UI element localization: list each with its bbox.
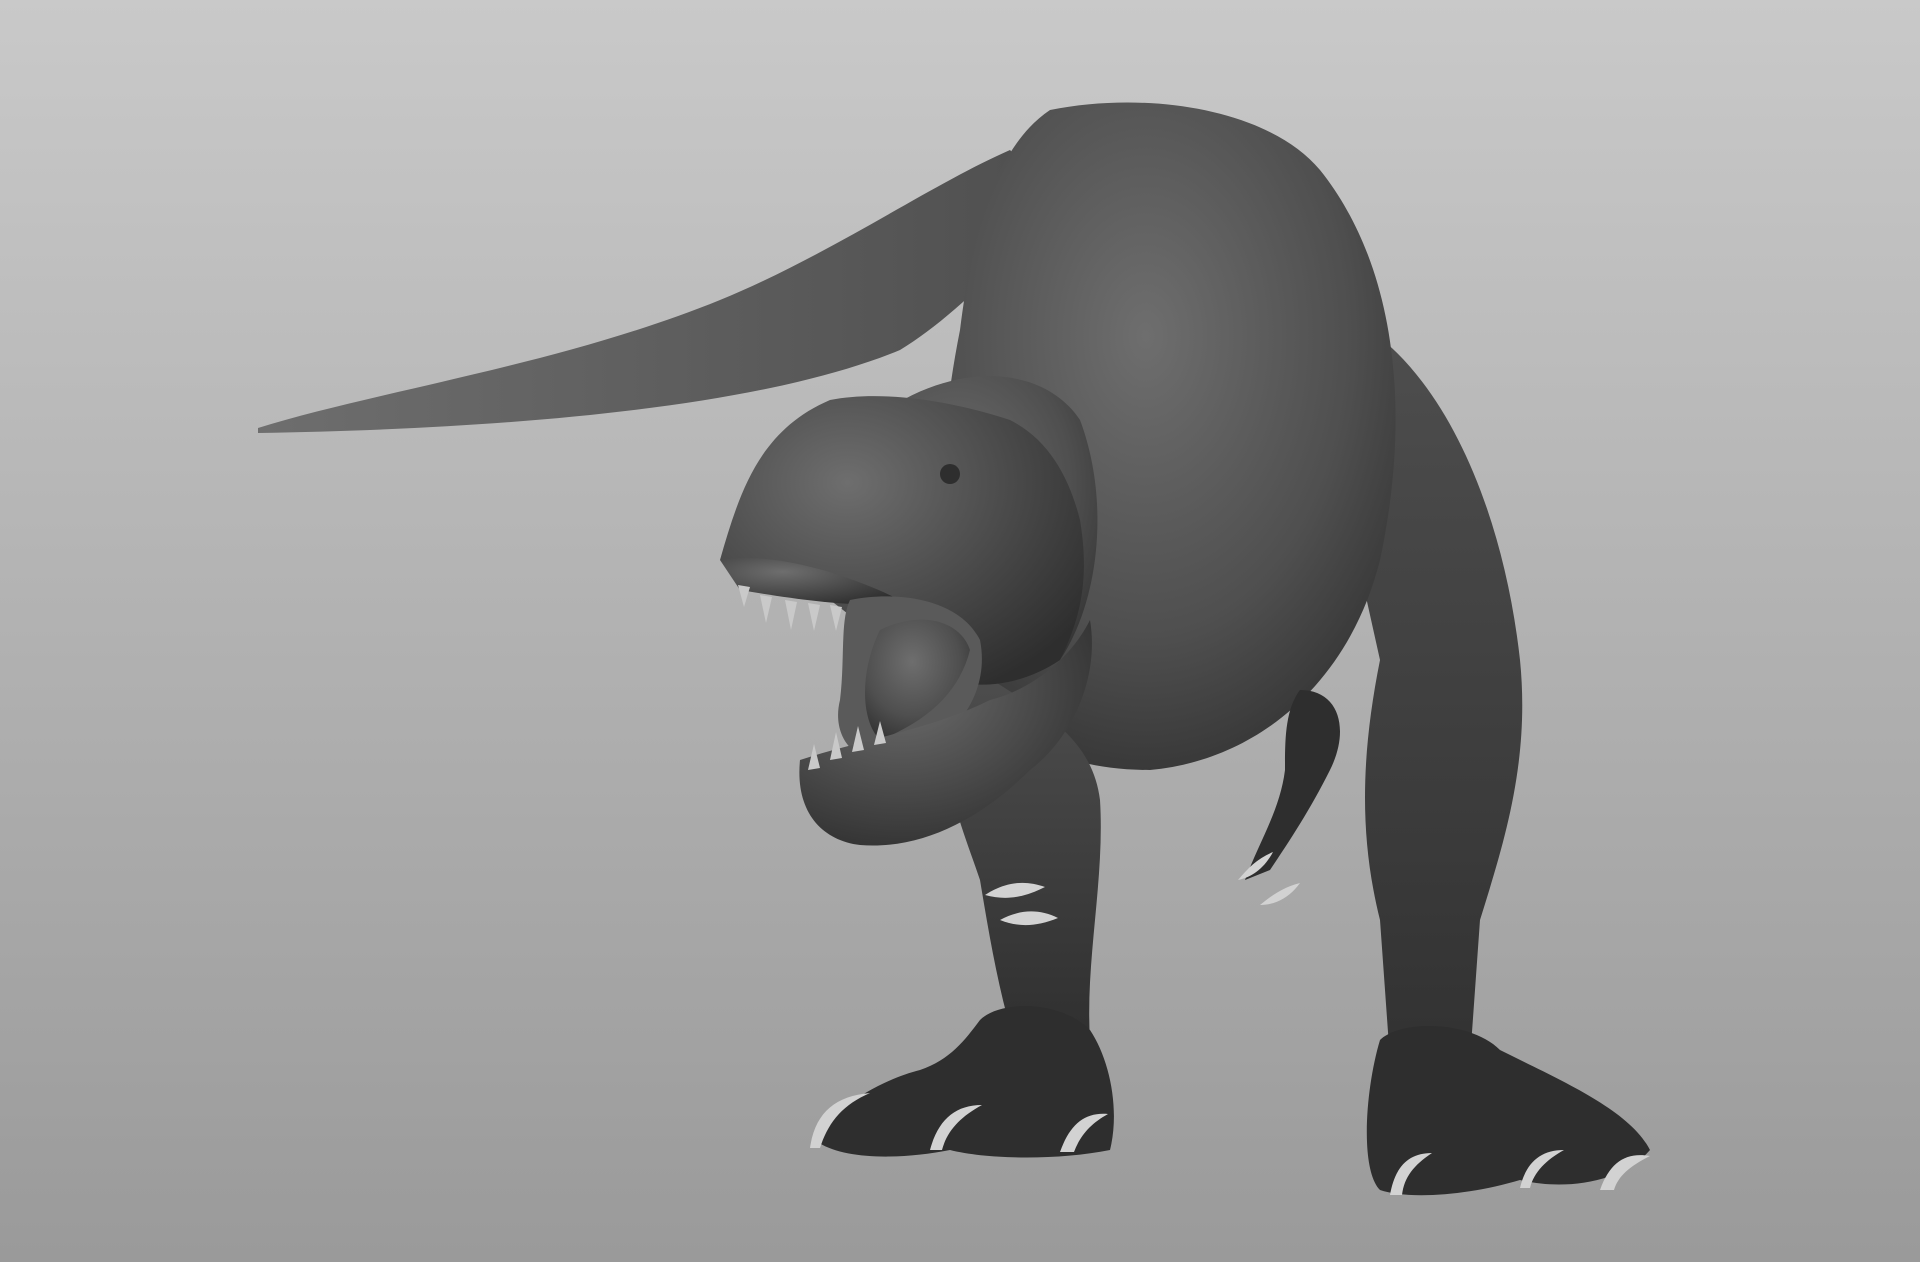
dinosaur-model <box>258 102 1650 1196</box>
render-viewport <box>0 0 1920 1262</box>
eye <box>940 464 960 484</box>
